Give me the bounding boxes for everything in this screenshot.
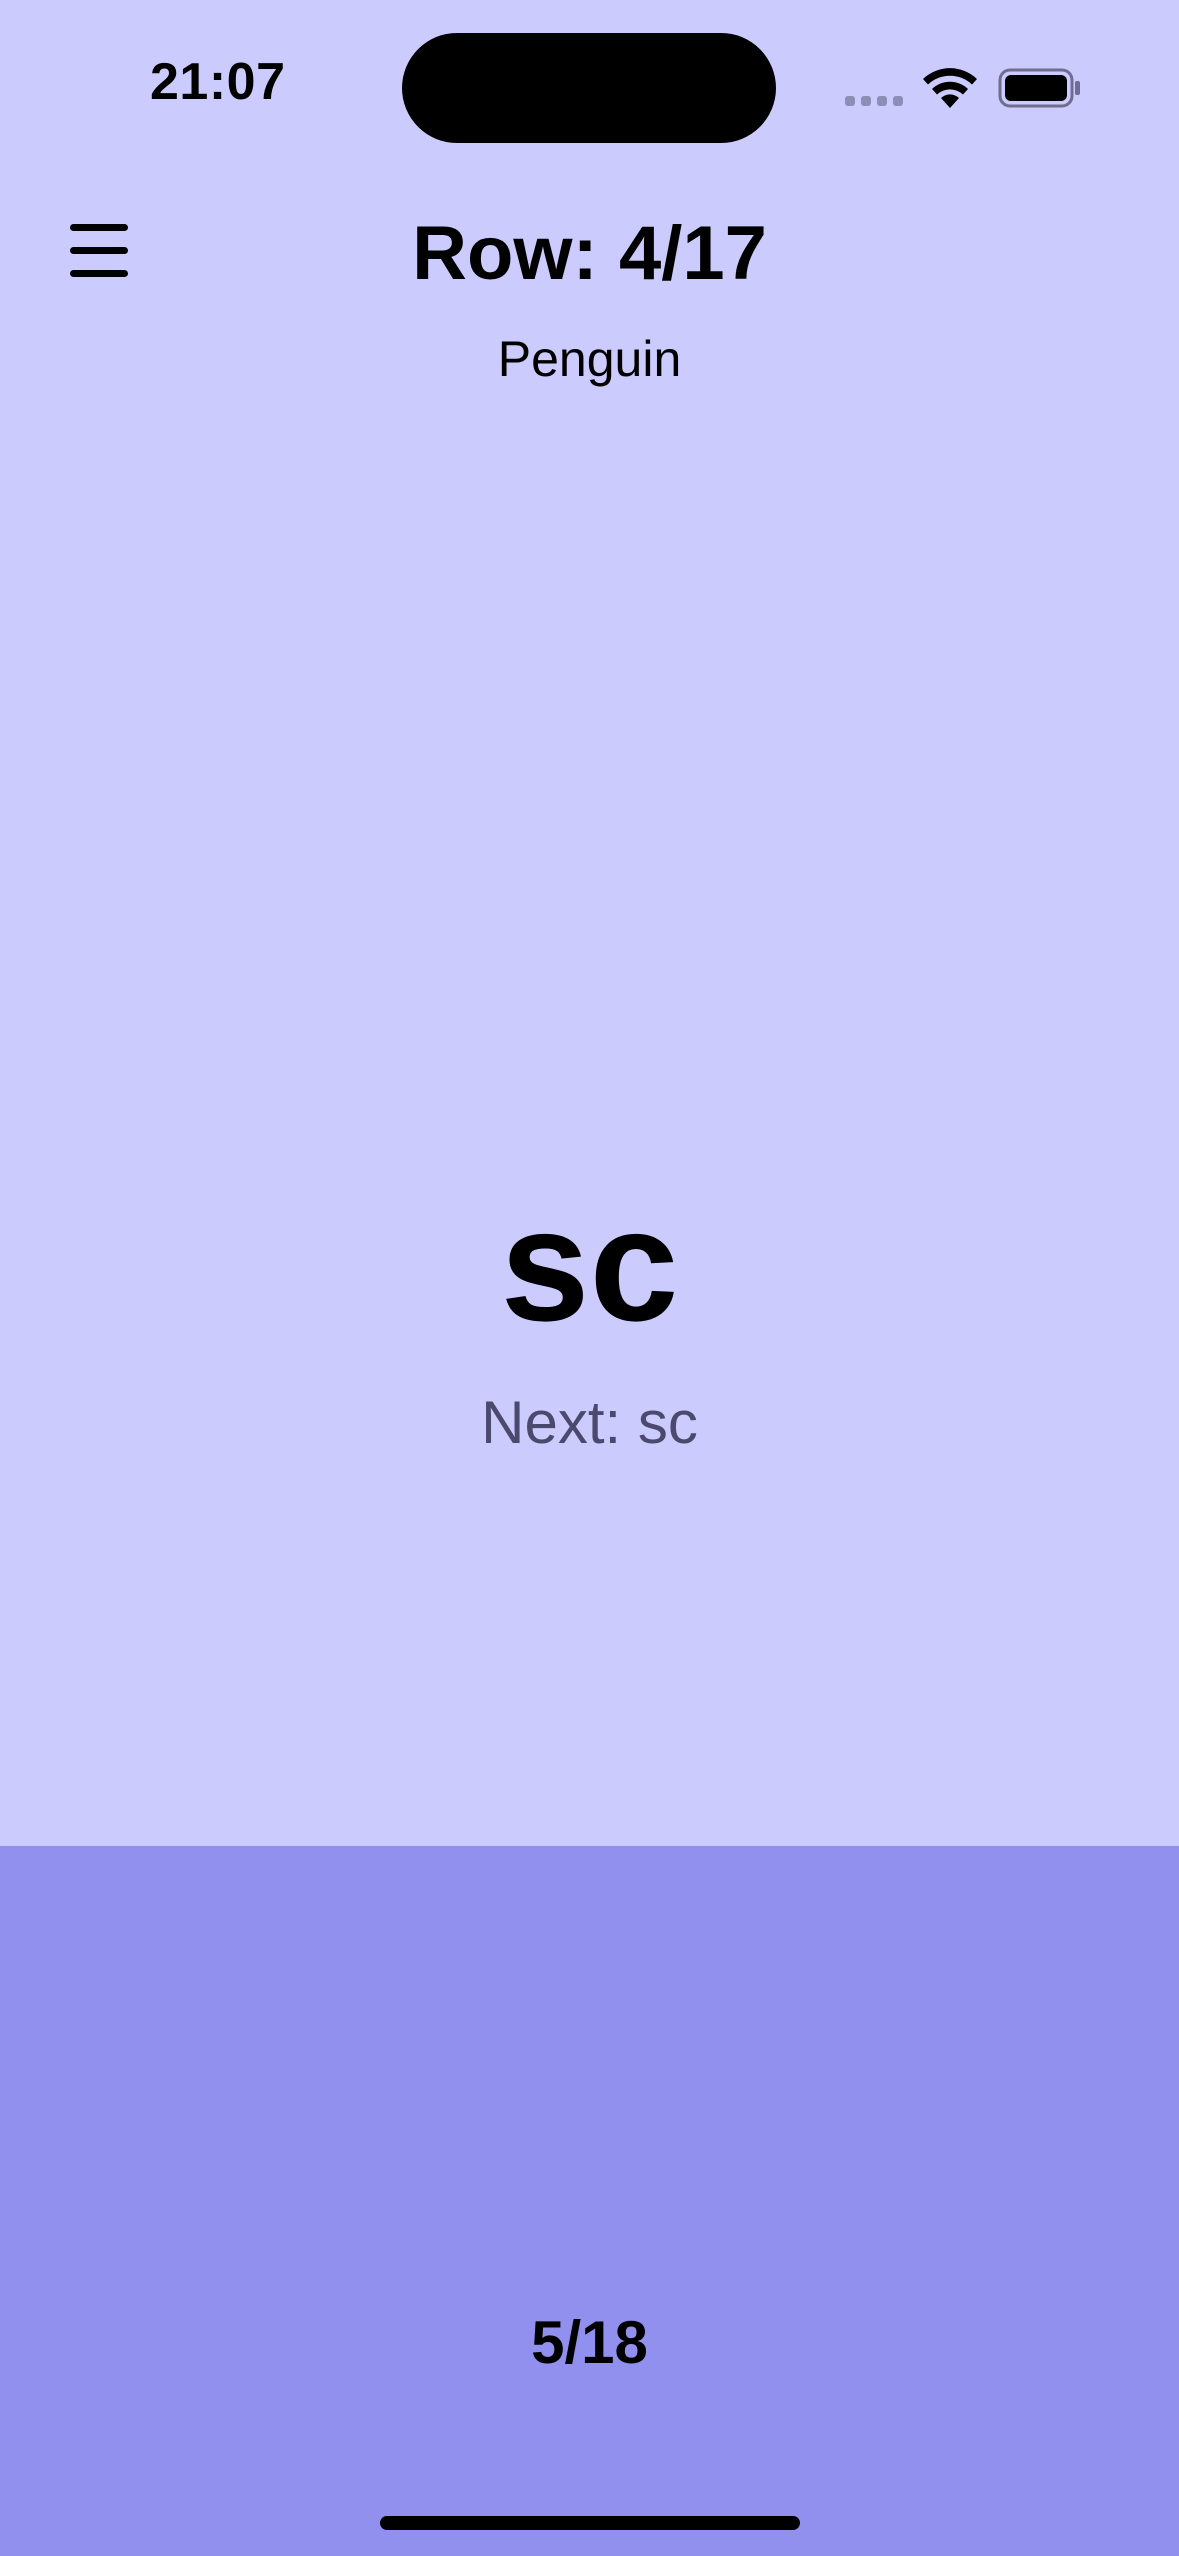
pattern-name: Penguin <box>497 331 682 387</box>
stitch-progress-counter: 5/18 <box>531 2309 648 2376</box>
row-counter-title: Row: 4/17 <box>412 211 767 296</box>
cellular-signal-icon <box>845 96 903 106</box>
current-stitch: sc <box>500 1175 679 1354</box>
battery-icon <box>998 68 1080 108</box>
app-screen: 21:07 Row: 4/17 Penguin sc Next: sc 5/18 <box>0 0 1179 2556</box>
wifi-icon <box>923 68 977 108</box>
home-indicator[interactable] <box>380 2516 800 2530</box>
advance-stitch-tap-area[interactable]: 5/18 <box>0 1846 1179 2556</box>
next-stitch-label: Next: sc <box>481 1389 698 1456</box>
status-time: 21:07 <box>150 53 286 111</box>
dynamic-island <box>402 33 776 143</box>
